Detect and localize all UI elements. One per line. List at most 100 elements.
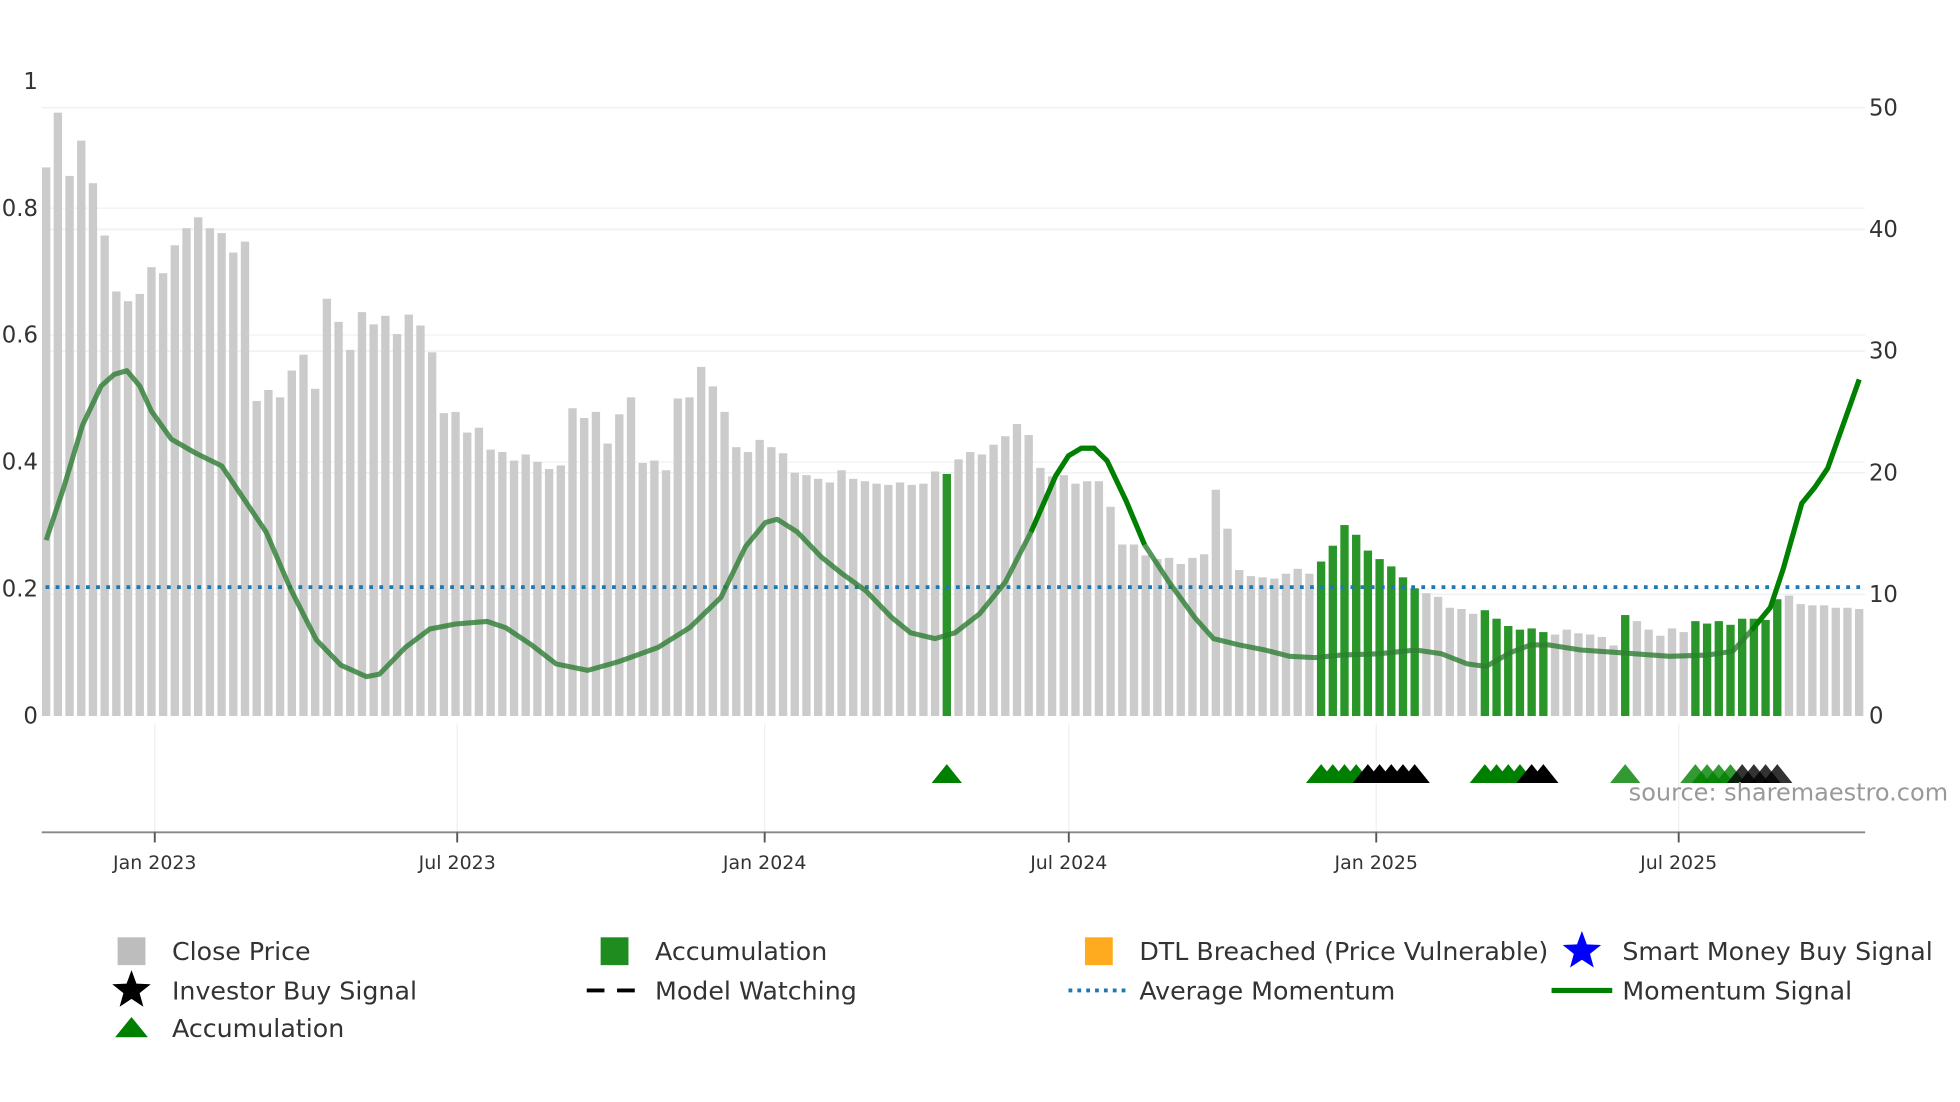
close-price-bar	[1141, 555, 1150, 717]
green-triangle-icon	[115, 1016, 148, 1038]
accumulation-bar	[1398, 577, 1408, 717]
right-axis-tick-label: 30	[1869, 339, 1898, 365]
left-axis-tick-label: 0.8	[2, 196, 38, 222]
close-price-bar	[1305, 573, 1314, 717]
accumulation-bar	[1621, 615, 1630, 717]
close-price-bar	[977, 454, 987, 717]
close-price-bar	[743, 452, 753, 717]
accumulation-bar	[942, 473, 951, 717]
legend-label: Accumulation	[172, 1014, 344, 1043]
close-price-bar	[919, 483, 928, 717]
left-axis-tick-label: 0	[23, 704, 37, 730]
close-price-bar	[1094, 481, 1104, 717]
close-price-bar	[1656, 635, 1665, 717]
close-price-bar	[755, 439, 764, 717]
legend: Close Price Accumulation DTL Breached (Pri…	[112, 930, 1933, 1043]
left-axis-tick-label: 0.4	[2, 450, 38, 476]
close-price-bar	[813, 478, 823, 717]
accumulation-bar	[1375, 559, 1384, 717]
accumulation-bar	[1702, 623, 1712, 717]
close-price-bar	[697, 366, 706, 717]
close-price-bar	[311, 388, 320, 717]
close-price-bar	[661, 470, 671, 717]
close-price-bar	[498, 452, 507, 717]
x-axis-tick-label: Jan 2023	[112, 852, 196, 874]
close-price-bar	[989, 444, 998, 717]
close-price-bar	[1223, 528, 1232, 717]
close-price-bar	[1281, 573, 1291, 717]
close-price-bar	[767, 447, 776, 717]
close-price-bar	[112, 291, 121, 717]
close-price-bar	[41, 167, 51, 717]
close-price-bar	[427, 352, 437, 717]
accumulation-bar	[1340, 525, 1349, 717]
close-price-bar	[1082, 481, 1092, 717]
close-price-bar	[1047, 476, 1057, 717]
right-axis-tick-label: 50	[1869, 95, 1898, 121]
close-price-bar	[1574, 633, 1583, 717]
close-price-bar	[1679, 632, 1688, 717]
left-axis-tick-label: 0.6	[2, 323, 38, 349]
close-price-bar	[1562, 629, 1571, 717]
x-axis-tick-label: Jul 2025	[1639, 852, 1717, 874]
close-price-bar	[544, 469, 554, 717]
close-price-bar	[357, 312, 367, 717]
close-price-bar	[638, 462, 647, 717]
source-label: source: sharemaestro.com	[1629, 779, 1948, 807]
legend-label: Momentum Signal	[1622, 976, 1852, 1005]
close-price-bar	[1293, 568, 1302, 717]
close-price-bar	[1819, 605, 1829, 717]
close-price-bar	[451, 411, 460, 717]
left-axis-tick-label: 1	[23, 69, 37, 95]
legend-item: Smart Money Buy Signal	[1562, 930, 1933, 968]
gray-square-icon	[117, 937, 146, 966]
accumulation-bar	[1691, 621, 1700, 717]
accumulation-bar	[1363, 550, 1373, 717]
momentum-chart: 00.20.40.60.8101020304050Jan 2023 Jul 202…	[2, 69, 1948, 1043]
close-price-bar	[53, 112, 63, 717]
close-price-bar	[1609, 645, 1618, 717]
close-price-bar	[720, 411, 729, 717]
accumulation-bar	[1515, 629, 1525, 717]
close-price-bar	[439, 413, 449, 717]
close-price-bar	[369, 324, 378, 717]
close-price-bar	[1270, 578, 1279, 717]
close-price-bar	[123, 301, 133, 717]
close-price-bar	[135, 293, 144, 717]
close-price-bar	[556, 465, 565, 717]
accumulation-bar	[1773, 599, 1782, 717]
close-price-bar	[1831, 607, 1840, 717]
accumulation-bar	[1726, 624, 1735, 717]
close-price-bar	[240, 241, 250, 717]
close-price-bar	[1843, 607, 1852, 717]
bar-series	[41, 112, 1864, 717]
axes: 00.20.40.60.8101020304050Jan 2023 Jul 202…	[2, 69, 1898, 874]
legend-item: Accumulation	[115, 1014, 344, 1043]
close-price-bar	[685, 397, 694, 717]
accumulation-bar	[1714, 621, 1723, 717]
accumulation-bar	[1352, 534, 1361, 717]
close-price-bar	[65, 175, 74, 717]
accumulation-bar	[1492, 618, 1501, 717]
close-price-bar	[182, 228, 191, 717]
close-price-bar	[88, 183, 98, 717]
close-price-bar	[1585, 634, 1595, 717]
close-price-bar	[170, 245, 179, 717]
orange-square-icon	[1084, 937, 1113, 966]
close-price-bar	[1024, 435, 1033, 717]
close-price-bar	[1153, 559, 1162, 717]
close-price-bar	[825, 482, 835, 717]
close-price-bar	[416, 325, 425, 717]
close-price-bar	[1118, 544, 1127, 717]
close-price-bar	[100, 235, 109, 717]
close-price-bar	[732, 447, 741, 717]
close-price-bar	[299, 354, 308, 717]
close-price-bar	[205, 228, 215, 717]
legend-label: DTL Breached (Price Vulnerable)	[1139, 937, 1548, 966]
close-price-bar	[895, 482, 905, 717]
left-axis-tick-label: 0.2	[2, 577, 38, 603]
right-axis-tick-label: 40	[1869, 217, 1898, 243]
close-price-bar	[907, 484, 916, 717]
close-price-bar	[1796, 604, 1805, 717]
green-square-icon	[600, 937, 629, 966]
